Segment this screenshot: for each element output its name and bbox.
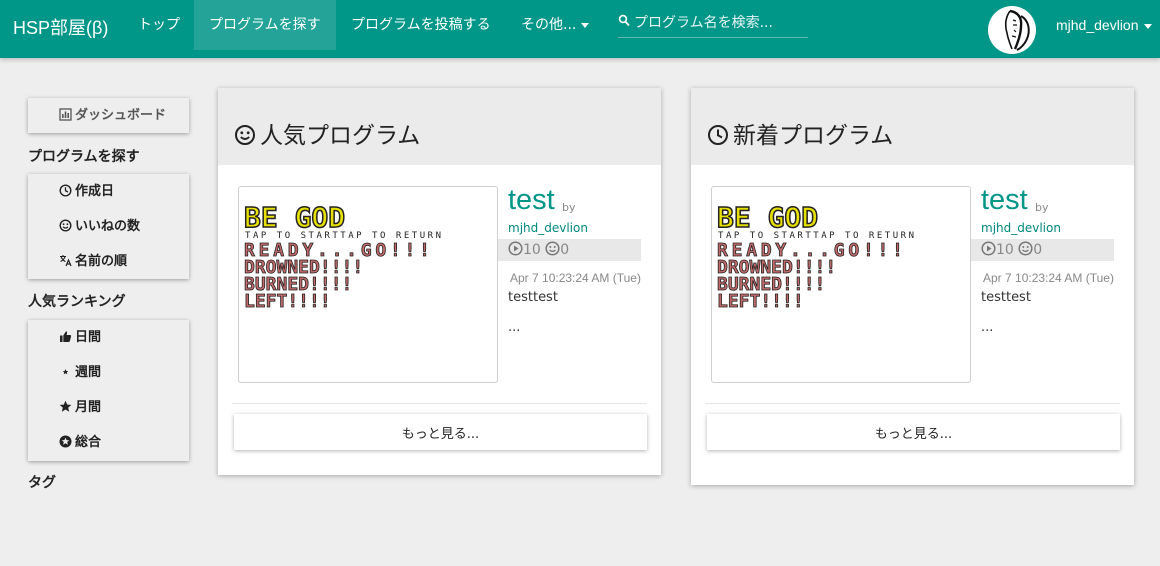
smiley-icon <box>59 219 72 232</box>
see-more-button[interactable]: もっと見る... <box>234 414 647 450</box>
thumbs-up-icon <box>60 331 72 342</box>
nav-top[interactable]: トップ <box>123 0 195 50</box>
program-thumbnail[interactable]: BE GOD TAP TO STARTTAP TO RETURN READY..… <box>238 186 498 383</box>
sidebar-item-monthly[interactable]: 月間 <box>28 390 189 425</box>
sidebar-item-label: 週間 <box>75 365 102 380</box>
clock-icon <box>708 125 728 145</box>
thumbnail-image: BE GOD TAP TO STARTTAP TO RETURN READY..… <box>243 200 441 312</box>
small-star-icon <box>62 369 69 375</box>
sidebar-item-dashboard[interactable]: ダッシュボード <box>28 98 189 133</box>
thumb-line-4: LEFT!!!! <box>717 291 804 312</box>
panel-title-text: 人気プログラム <box>260 123 421 149</box>
panel-title-text: 新着プログラム <box>733 123 894 149</box>
nav-more-dropdown[interactable]: その他... <box>506 0 604 50</box>
sidebar-item-likes[interactable]: いいねの数 <box>28 209 189 244</box>
ranking-box: 日間 週間 月間 総合 <box>28 320 189 461</box>
description-ellipsis: ... <box>981 320 994 335</box>
panel-header: 新着プログラム <box>691 88 1134 165</box>
play-count: 10 <box>996 242 1014 258</box>
smiley-icon <box>1018 241 1033 256</box>
username: mjhd_devlion <box>1056 17 1139 33</box>
sidebar-item-label: 名前の順 <box>75 254 128 269</box>
sidebar-item-label: 総合 <box>75 435 102 450</box>
chevron-down-icon <box>581 22 590 28</box>
sidebar-item-created-date[interactable]: 作成日 <box>28 174 189 209</box>
sidebar-item-daily[interactable]: 日間 <box>28 320 189 355</box>
play-count: 10 <box>523 242 541 258</box>
smiley-icon <box>235 125 255 145</box>
sidebar-item-weekly[interactable]: 週間 <box>28 355 189 390</box>
thumbnail-image: BE GOD TAP TO STARTTAP TO RETURN READY..… <box>716 200 914 312</box>
program-date: Apr 7 10:23:24 AM (Tue) <box>983 271 1114 285</box>
play-circle-icon <box>508 241 523 256</box>
panel-title: 人気プログラム <box>234 116 420 150</box>
clock-icon <box>59 184 72 197</box>
dashboard-box: ダッシュボード <box>28 98 189 133</box>
author-link[interactable]: mjhd_devlion <box>508 221 588 235</box>
site-brand[interactable]: HSP部屋(β) <box>13 14 108 40</box>
smiley-icon <box>545 241 560 256</box>
chevron-down-icon <box>1143 23 1152 29</box>
program-stats: 10 0 <box>971 239 1114 261</box>
star-icon <box>59 400 72 412</box>
thumb-title: BE GOD <box>717 201 818 234</box>
thumb-line-4: LEFT!!!! <box>244 291 331 312</box>
sidebar-item-name-order[interactable]: 名前の順 <box>28 244 189 279</box>
divider <box>705 403 1120 404</box>
see-more-button[interactable]: もっと見る... <box>707 414 1120 450</box>
by-label: by <box>562 201 576 214</box>
sidebar-item-label: 作成日 <box>75 184 115 199</box>
search-input[interactable] <box>634 10 806 36</box>
author-link[interactable]: mjhd_devlion <box>981 221 1061 235</box>
sidebar-item-label: 日間 <box>75 330 102 345</box>
search-box <box>618 10 808 38</box>
like-count: 0 <box>1033 242 1043 258</box>
thumb-title: BE GOD <box>244 201 345 234</box>
panel-header: 人気プログラム <box>218 88 661 165</box>
panel-title: 新着プログラム <box>707 116 893 150</box>
program-description: testtest <box>508 290 558 305</box>
program-title-link[interactable]: test <box>508 184 555 217</box>
sidebar-item-label: 月間 <box>75 400 102 415</box>
description-ellipsis: ... <box>508 320 521 335</box>
nav-more-label: その他... <box>521 17 577 33</box>
translate-icon <box>60 255 72 267</box>
avatar[interactable] <box>988 6 1036 54</box>
sidebar-item-label: いいねの数 <box>75 219 141 234</box>
program-stats: 10 0 <box>498 239 641 261</box>
popular-programs-panel: 人気プログラム BE GOD TAP TO STARTTAP TO RETURN… <box>218 88 661 475</box>
sidebar-heading-tags: タグ <box>28 475 56 491</box>
program-title-link[interactable]: test <box>981 184 1028 217</box>
sidebar-heading-ranking: 人気ランキング <box>28 294 126 310</box>
top-navbar: HSP部屋(β) トップ プログラムを探す プログラムを投稿する その他... … <box>0 0 1160 58</box>
nav-post-program[interactable]: プログラムを投稿する <box>336 0 506 50</box>
play-circle-icon <box>981 241 996 256</box>
by-label: by <box>1035 201 1049 214</box>
avatar-face-icon <box>989 7 1035 53</box>
like-count: 0 <box>560 242 570 258</box>
program-thumbnail[interactable]: BE GOD TAP TO STARTTAP TO RETURN READY..… <box>711 186 971 383</box>
divider <box>232 403 647 404</box>
bar-chart-icon <box>59 108 72 121</box>
sidebar-item-overall[interactable]: 総合 <box>28 425 189 460</box>
find-box: 作成日 いいねの数 名前の順 <box>28 174 189 279</box>
program-description: testtest <box>981 290 1031 305</box>
new-programs-panel: 新着プログラム BE GOD TAP TO STARTTAP TO RETURN… <box>691 88 1134 485</box>
search-icon <box>618 14 630 27</box>
sidebar-heading-find: プログラムを探す <box>28 149 140 165</box>
nav-find-programs[interactable]: プログラムを探す <box>194 0 336 50</box>
sidebar-item-label: ダッシュボード <box>75 108 167 123</box>
star-circle-icon <box>59 435 72 448</box>
program-date: Apr 7 10:23:24 AM (Tue) <box>510 271 641 285</box>
user-menu[interactable]: mjhd_devlion <box>1056 0 1152 50</box>
